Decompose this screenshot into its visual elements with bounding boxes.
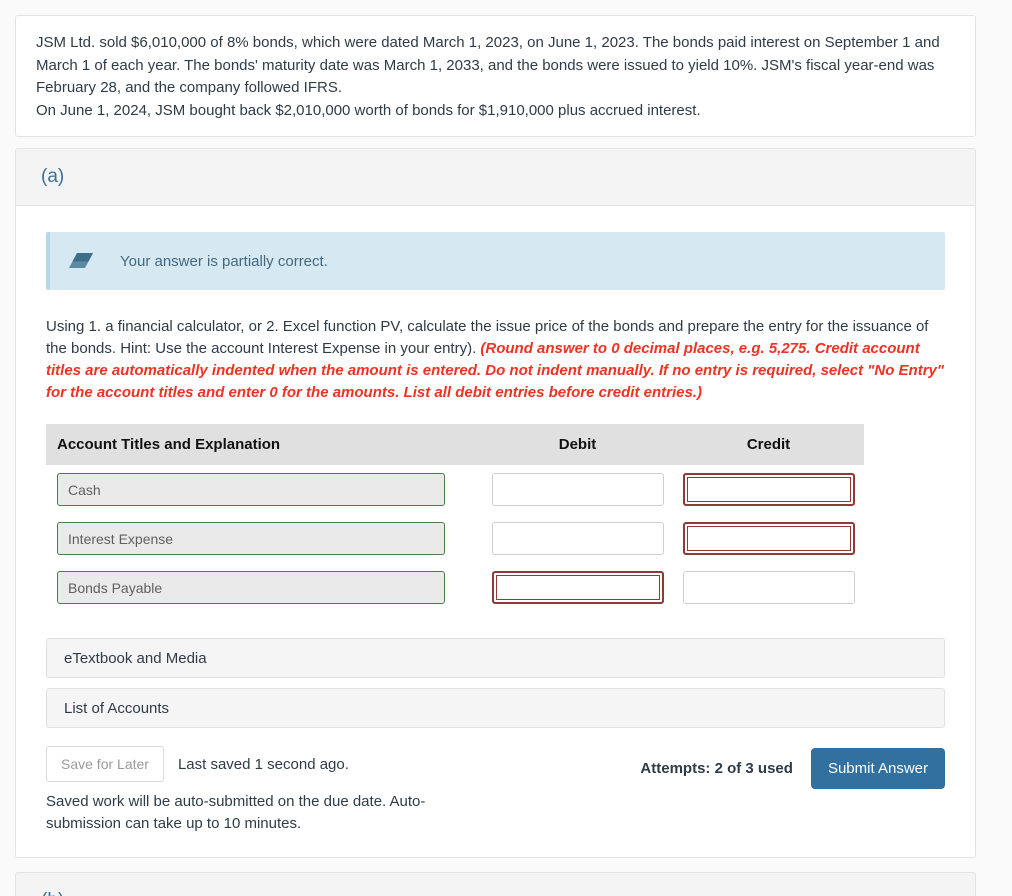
list-of-accounts-bar[interactable]: List of Accounts bbox=[46, 688, 945, 728]
header-account-titles: Account Titles and Explanation bbox=[46, 424, 482, 465]
debit-amount-input-3[interactable] bbox=[491, 571, 664, 604]
part-a-panel: (a) Your answer is partially correct. Us… bbox=[15, 148, 976, 858]
problem-paragraph-1: JSM Ltd. sold $6,010,000 of 8% bonds, wh… bbox=[36, 34, 940, 96]
journal-entry-table: Account Titles and Explanation Debit Cre… bbox=[46, 424, 864, 612]
last-saved-status: Last saved 1 second ago. bbox=[177, 755, 349, 773]
cell-account-3 bbox=[46, 563, 482, 612]
table-row bbox=[46, 563, 864, 612]
feedback-banner: Your answer is partially correct. bbox=[46, 232, 945, 290]
list-of-accounts-label: List of Accounts bbox=[64, 699, 170, 717]
debit-amount-input-1[interactable] bbox=[491, 473, 664, 506]
action-row: Save for Later Last saved 1 second ago. … bbox=[46, 746, 945, 835]
cell-account-2 bbox=[46, 514, 482, 563]
credit-amount-input-1[interactable] bbox=[682, 473, 855, 506]
cell-credit-3 bbox=[673, 563, 864, 612]
account-title-input-2[interactable] bbox=[57, 522, 445, 555]
part-a-body: Your answer is partially correct. Using … bbox=[16, 206, 975, 857]
auto-submit-note: Saved work will be auto-submitted on the… bbox=[46, 793, 426, 832]
problem-paragraph-2: On June 1, 2024, JSM bought back $2,010,… bbox=[36, 101, 701, 119]
cell-debit-1 bbox=[482, 465, 673, 514]
attempts-counter: Attempts: 2 of 3 used bbox=[640, 760, 793, 777]
header-credit: Credit bbox=[673, 424, 864, 465]
question-page: JSM Ltd. sold $6,010,000 of 8% bonds, wh… bbox=[0, 0, 1012, 896]
feedback-message: Your answer is partially correct. bbox=[120, 252, 328, 270]
part-b-label: (b) bbox=[41, 890, 64, 896]
question-instructions: Using 1. a financial calculator, or 2. E… bbox=[46, 316, 945, 404]
save-for-later-button[interactable]: Save for Later bbox=[46, 746, 164, 782]
etextbook-and-media-label: eTextbook and Media bbox=[64, 649, 207, 667]
table-row bbox=[46, 514, 864, 563]
credit-amount-input-2[interactable] bbox=[682, 522, 855, 555]
header-debit: Debit bbox=[482, 424, 673, 465]
part-a-label: (a) bbox=[41, 166, 65, 187]
etextbook-and-media-bar[interactable]: eTextbook and Media bbox=[46, 638, 945, 678]
debit-amount-input-2[interactable] bbox=[491, 522, 664, 555]
account-title-input-1[interactable] bbox=[57, 473, 445, 506]
journal-header-row: Account Titles and Explanation Debit Cre… bbox=[46, 424, 864, 465]
eraser-icon bbox=[68, 251, 94, 271]
part-b-panel: (b) bbox=[15, 872, 976, 896]
submit-answer-button[interactable]: Submit Answer bbox=[810, 748, 945, 789]
journal-table-body bbox=[46, 465, 864, 612]
credit-amount-input-3[interactable] bbox=[682, 571, 855, 604]
cell-credit-1 bbox=[673, 465, 864, 514]
action-row-right: Attempts: 2 of 3 used Submit Answer bbox=[640, 746, 945, 789]
account-title-input-3[interactable] bbox=[57, 571, 445, 604]
action-row-left: Save for Later Last saved 1 second ago. … bbox=[46, 746, 456, 835]
cell-debit-3 bbox=[482, 563, 673, 612]
cell-credit-2 bbox=[673, 514, 864, 563]
part-a-header: (a) bbox=[16, 149, 975, 206]
table-row bbox=[46, 465, 864, 514]
problem-statement-card: JSM Ltd. sold $6,010,000 of 8% bonds, wh… bbox=[15, 15, 976, 137]
cell-account-1 bbox=[46, 465, 482, 514]
save-line: Save for Later Last saved 1 second ago. bbox=[46, 746, 456, 782]
journal-table-head: Account Titles and Explanation Debit Cre… bbox=[46, 424, 864, 465]
cell-debit-2 bbox=[482, 514, 673, 563]
